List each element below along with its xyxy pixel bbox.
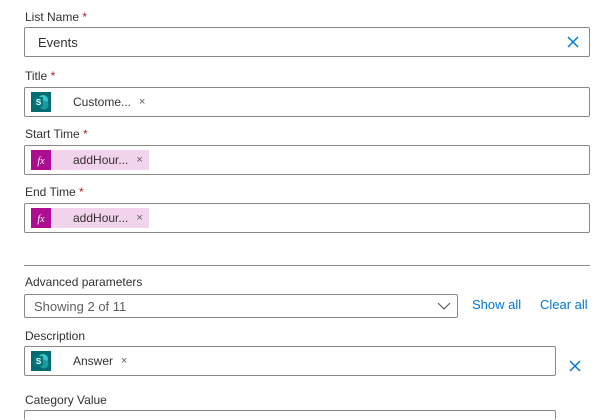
title-label-text: Title (25, 69, 48, 83)
start-time-label: Start Time * (25, 127, 88, 142)
show-all-link[interactable]: Show all (472, 297, 521, 312)
description-field[interactable]: S Answer × (24, 346, 556, 376)
sharepoint-icon: S (31, 351, 51, 371)
remove-title-token-icon[interactable]: × (139, 96, 145, 108)
description-token-text: Answer (73, 354, 114, 368)
svg-text:S: S (36, 98, 42, 107)
advanced-parameters-selected: Showing 2 of 11 (34, 299, 127, 314)
sharepoint-icon: S (31, 92, 51, 112)
advanced-parameters-dropdown[interactable]: Showing 2 of 11 (24, 294, 458, 318)
clear-all-link[interactable]: Clear all (540, 297, 588, 312)
end-time-label-text: End Time (25, 185, 76, 199)
end-time-token-text: addHour... (73, 211, 129, 225)
clear-list-name-icon[interactable] (565, 34, 581, 50)
title-field[interactable]: S Custome... × (24, 87, 590, 117)
description-token[interactable]: S Answer × (31, 351, 133, 371)
svg-text:fx: fx (37, 156, 45, 167)
chevron-down-icon (437, 302, 451, 310)
required-mark: * (50, 69, 56, 83)
required-mark: * (83, 127, 88, 141)
title-label: Title * (25, 69, 55, 84)
start-time-label-text: Start Time (25, 127, 80, 141)
list-name-label: List Name * (25, 10, 87, 25)
remove-description-token-icon[interactable]: × (121, 355, 127, 367)
advanced-parameters-label: Advanced parameters (25, 275, 143, 289)
svg-text:S: S (36, 357, 42, 366)
category-value-label: Category Value (25, 393, 107, 407)
fx-expression-icon: fx (31, 208, 51, 228)
svg-text:fx: fx (37, 214, 45, 225)
list-name-value: Events (38, 35, 78, 50)
list-name-label-text: List Name (25, 10, 80, 24)
description-label: Description (25, 329, 86, 343)
title-token-text: Custome... (73, 95, 132, 109)
remove-start-time-token-icon[interactable]: × (136, 154, 142, 166)
start-time-token[interactable]: fx addHour... × (31, 150, 149, 170)
remove-description-parameter-icon[interactable] (567, 358, 583, 374)
end-time-token[interactable]: fx addHour... × (31, 208, 149, 228)
remove-end-time-token-icon[interactable]: × (136, 212, 142, 224)
title-token[interactable]: S Custome... × (31, 92, 151, 112)
start-time-field[interactable]: fx addHour... × (24, 145, 590, 175)
end-time-field[interactable]: fx addHour... × (24, 203, 590, 233)
required-mark: * (79, 185, 84, 199)
section-divider (24, 265, 590, 266)
required-mark: * (82, 10, 88, 24)
list-name-field[interactable]: Events (24, 27, 590, 57)
category-value-field[interactable] (24, 410, 556, 420)
fx-expression-icon: fx (31, 150, 51, 170)
end-time-label: End Time * (25, 185, 84, 200)
start-time-token-text: addHour... (73, 153, 129, 167)
